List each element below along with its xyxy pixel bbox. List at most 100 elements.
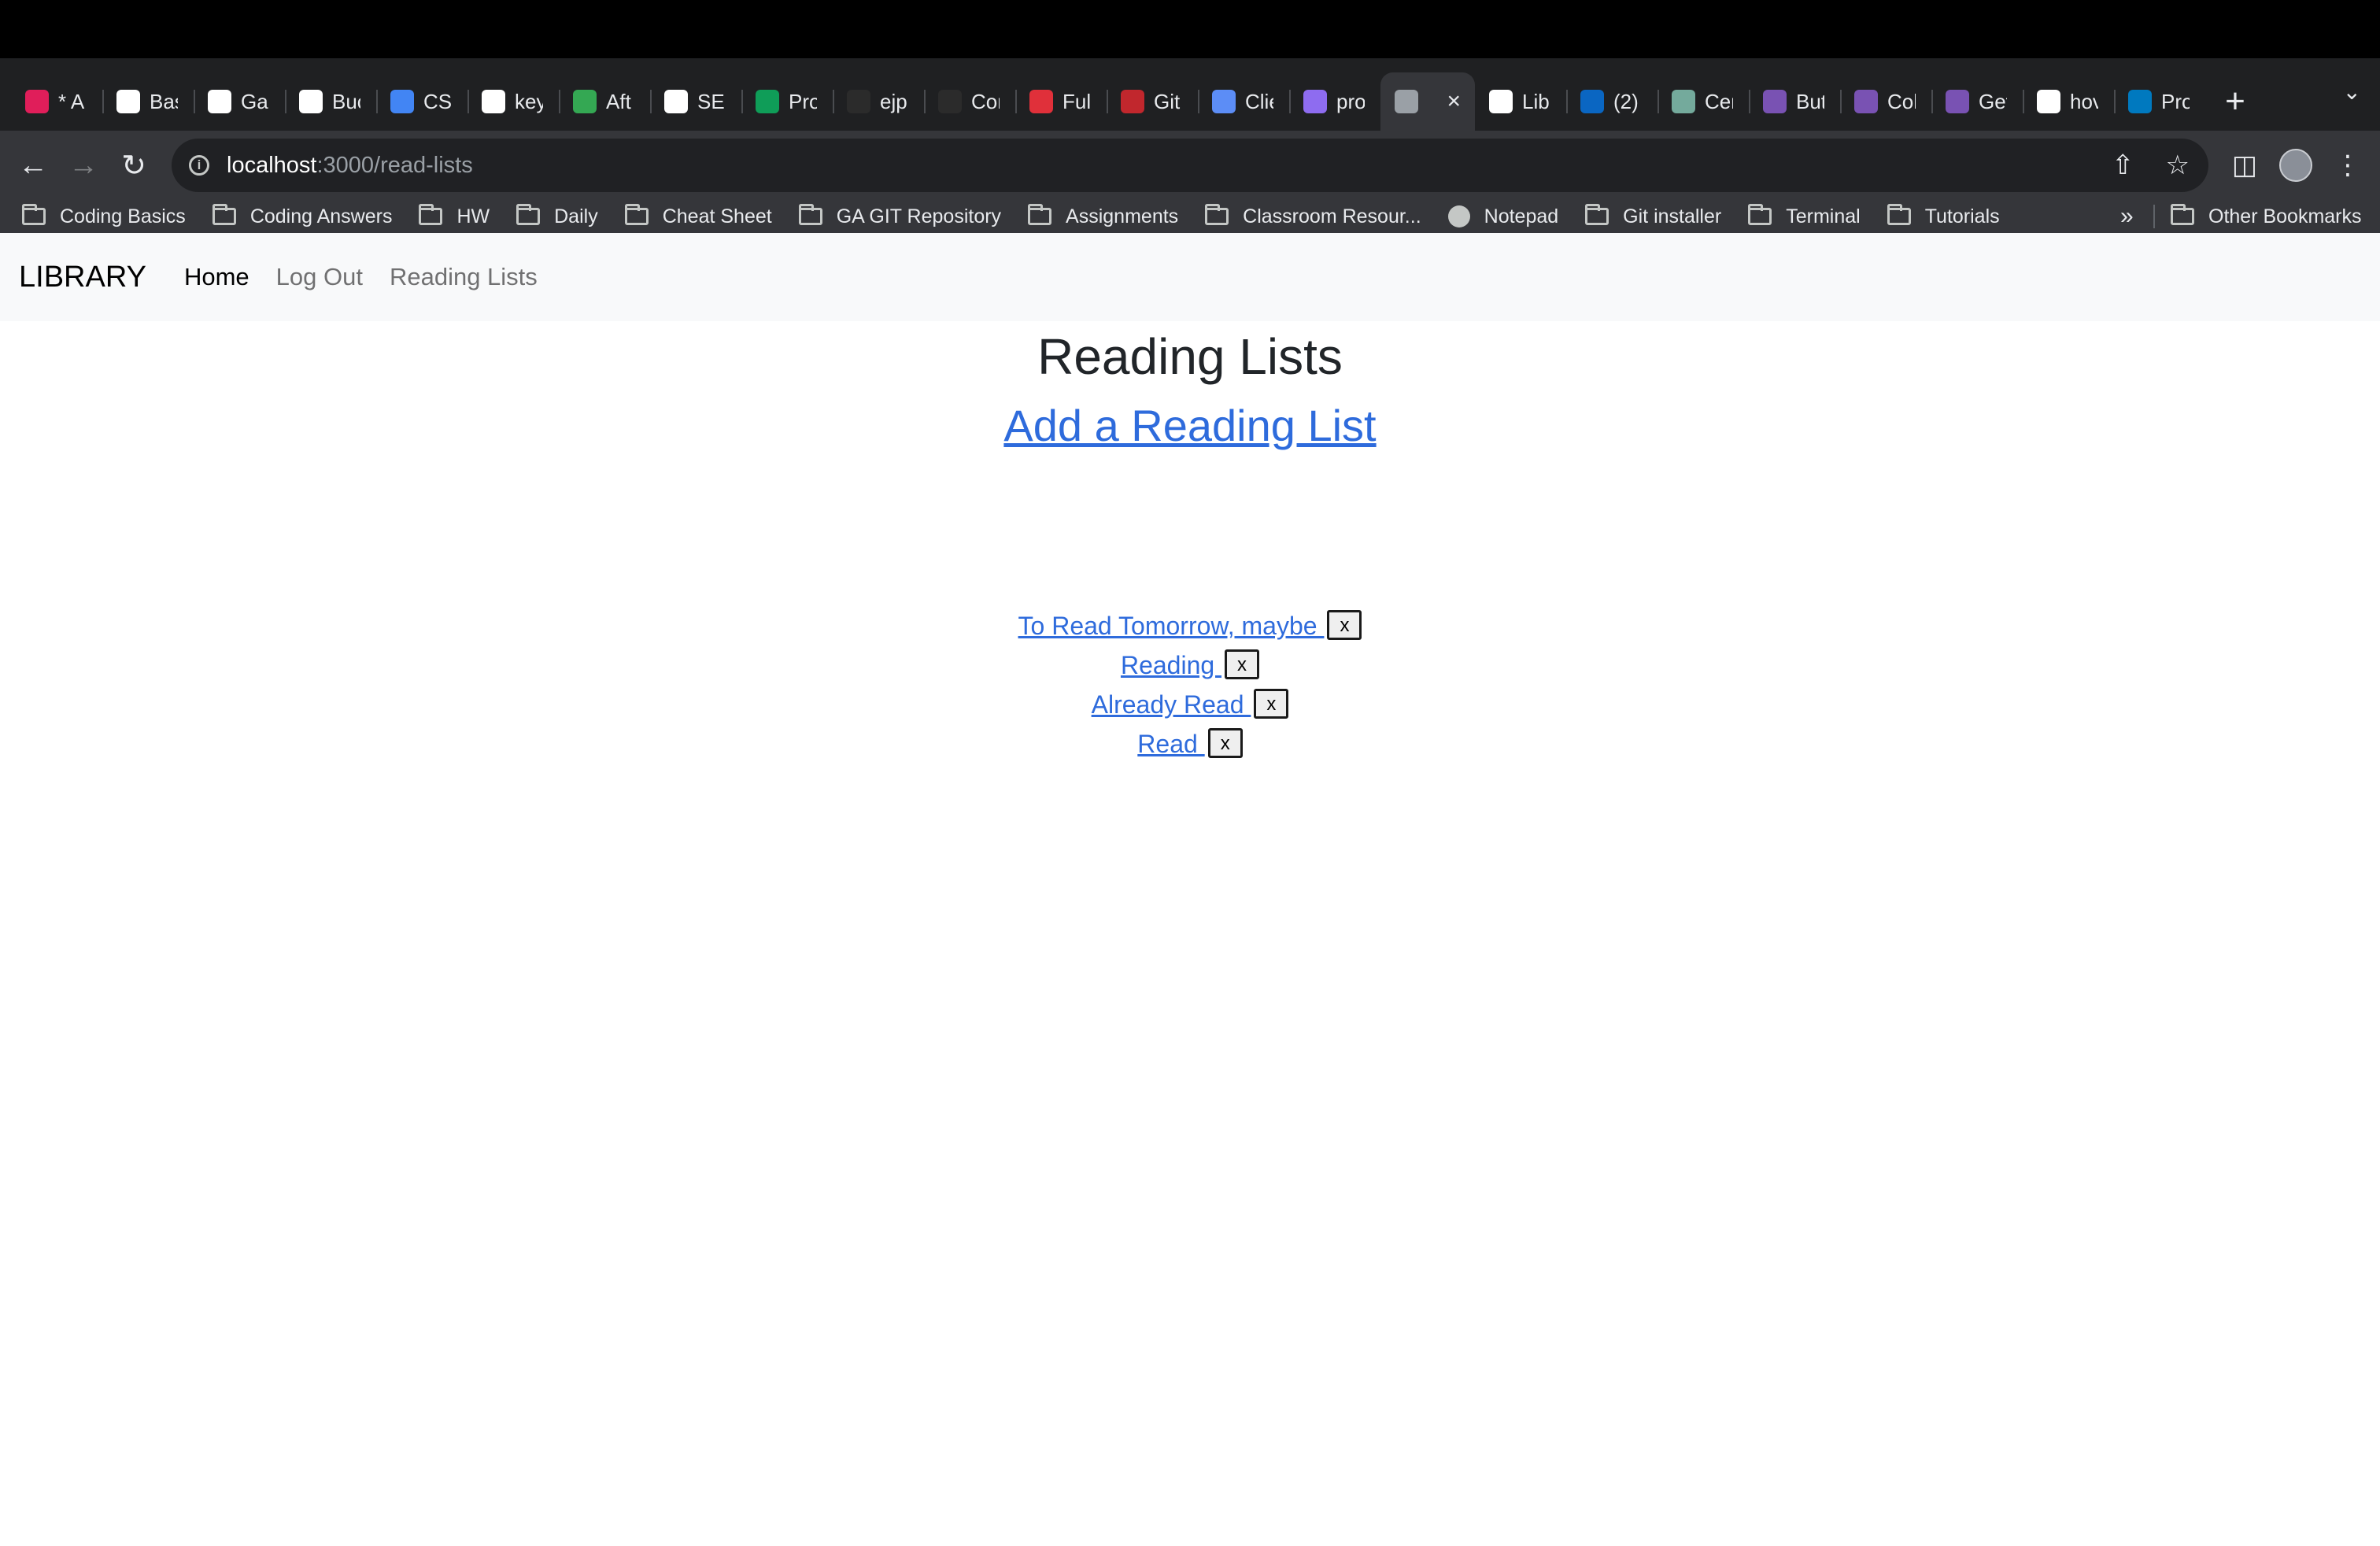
tab-4[interactable]: CS bbox=[376, 72, 468, 131]
bookmark-label: Notepad bbox=[1484, 205, 1559, 227]
bookmark-label: Tutorials bbox=[1924, 205, 2000, 227]
tab-10[interactable]: Cor bbox=[924, 72, 1015, 131]
folder-icon bbox=[22, 204, 46, 225]
tab-6[interactable]: Aft bbox=[559, 72, 650, 131]
bookmark-item[interactable]: HW bbox=[419, 204, 490, 228]
tab-title: ejp bbox=[880, 89, 907, 113]
bookmark-label: HW bbox=[456, 205, 490, 227]
tab-12[interactable]: Git bbox=[1107, 72, 1198, 131]
side-panel-icon[interactable]: ◫ bbox=[2232, 150, 2257, 181]
folder-icon bbox=[624, 204, 649, 225]
reading-lists: To Read Tomorrow, maybe x Reading x Alre… bbox=[0, 606, 2380, 764]
page-title: Reading Lists bbox=[1037, 328, 1343, 385]
reload-icon[interactable]: ↻ bbox=[109, 140, 159, 190]
delete-button[interactable]: x bbox=[1327, 609, 1362, 640]
reading-list-link[interactable]: Already Read bbox=[1092, 690, 1251, 719]
bookmark-item[interactable]: Terminal bbox=[1748, 204, 1861, 228]
tab-title: Clie bbox=[1245, 89, 1273, 113]
list-item: Read x bbox=[0, 724, 2380, 764]
tab-0[interactable]: * A bbox=[11, 72, 102, 131]
other-bookmarks[interactable]: Other Bookmarks bbox=[2171, 200, 2362, 233]
bookmark-item[interactable]: Daily bbox=[516, 204, 598, 228]
bookmark-item[interactable]: Classroom Resour... bbox=[1205, 204, 1421, 228]
url-path: :3000/read-lists bbox=[316, 152, 473, 178]
tab-13[interactable]: Clie bbox=[1198, 72, 1289, 131]
tab-title: * A bbox=[58, 89, 85, 113]
tab-search-chevron-icon[interactable]: ⌄ bbox=[2343, 79, 2361, 105]
plus-icon: + bbox=[2225, 82, 2245, 120]
tab-title: Full bbox=[1062, 89, 1091, 113]
tab-21[interactable]: Get bbox=[1931, 72, 2023, 131]
delete-button[interactable]: x bbox=[1254, 688, 1289, 719]
tab-3[interactable]: Buc bbox=[285, 72, 376, 131]
tab-7[interactable]: SEI bbox=[650, 72, 741, 131]
reading-list-link[interactable]: Read bbox=[1137, 730, 1204, 758]
bookmark-list: Coding Basics Coding Answers HW Daily Cheat … bbox=[22, 204, 2027, 228]
github-icon bbox=[664, 90, 688, 113]
list-item: Reading x bbox=[0, 645, 2380, 685]
docs-icon bbox=[390, 90, 414, 113]
bookmark-item[interactable]: Assignments bbox=[1028, 204, 1178, 228]
address-bar[interactable]: i localhost:3000/read-lists ⇧ ☆ bbox=[172, 139, 2208, 192]
folder-icon bbox=[1887, 204, 1911, 225]
menu-kebab-icon[interactable]: ⋮ bbox=[2334, 150, 2361, 181]
globe-icon bbox=[1489, 90, 1513, 113]
back-arrow-icon[interactable]: ← bbox=[8, 140, 58, 190]
folder-icon bbox=[1205, 204, 1229, 225]
toolbar-right: ◫ ⋮ bbox=[2232, 131, 2380, 200]
tab-2[interactable]: Gal bbox=[194, 72, 285, 131]
add-reading-list-link[interactable]: Add a Reading List bbox=[1003, 395, 1376, 457]
globe-icon bbox=[1395, 90, 1418, 113]
bookmark-item[interactable]: Git installer bbox=[1585, 204, 1722, 228]
new-tab-button[interactable]: + bbox=[2205, 72, 2265, 131]
bootstrap-icon bbox=[1946, 90, 1969, 113]
tab-19[interactable]: But bbox=[1749, 72, 1840, 131]
tab-20[interactable]: Col bbox=[1840, 72, 1931, 131]
tab-15[interactable]: × bbox=[1380, 72, 1475, 131]
tab-18[interactable]: Cer bbox=[1658, 72, 1749, 131]
delete-button[interactable]: x bbox=[1207, 727, 1243, 758]
tab-11[interactable]: Full bbox=[1015, 72, 1107, 131]
share-icon[interactable]: ⇧ bbox=[2112, 150, 2134, 181]
tab-1[interactable]: Bas bbox=[102, 72, 194, 131]
folder-icon bbox=[212, 204, 236, 225]
tab-22[interactable]: hov bbox=[2023, 72, 2114, 131]
reading-list-link[interactable]: To Read Tomorrow, maybe bbox=[1018, 612, 1325, 640]
shield-icon bbox=[1303, 90, 1327, 113]
tab-title: Gal bbox=[241, 89, 269, 113]
tab-23[interactable]: Pro bbox=[2114, 72, 2205, 131]
nav-log-out[interactable]: Log Out bbox=[276, 263, 363, 291]
tab-16[interactable]: Lib bbox=[1475, 72, 1566, 131]
bookmark-label: Classroom Resour... bbox=[1243, 205, 1421, 227]
tab-8[interactable]: Pro bbox=[741, 72, 833, 131]
bookmark-item[interactable]: Notepad bbox=[1447, 205, 1559, 228]
tab-5[interactable]: key bbox=[468, 72, 559, 131]
bookmark-item[interactable]: GA GIT Repository bbox=[798, 204, 1001, 228]
reading-list-link[interactable]: Reading bbox=[1121, 651, 1221, 679]
bootstrap-icon bbox=[1854, 90, 1878, 113]
tab-title: key bbox=[515, 89, 543, 113]
nav-reading-lists[interactable]: Reading Lists bbox=[390, 263, 538, 291]
tab-14[interactable]: pro bbox=[1289, 72, 1380, 131]
avatar[interactable] bbox=[2279, 149, 2312, 182]
folder-icon bbox=[1028, 204, 1052, 225]
brand-logo[interactable]: LIBRARY bbox=[19, 261, 146, 294]
github-dark-icon bbox=[938, 90, 962, 113]
close-tab-icon[interactable]: × bbox=[1447, 88, 1461, 115]
bookmark-item[interactable]: Tutorials bbox=[1887, 204, 2000, 228]
bookmark-item[interactable]: Cheat Sheet bbox=[624, 204, 772, 228]
bookmark-label: Git installer bbox=[1623, 205, 1722, 227]
forward-arrow-icon[interactable]: → bbox=[58, 140, 109, 190]
tab-9[interactable]: ejp bbox=[833, 72, 924, 131]
star-icon[interactable]: ☆ bbox=[2166, 150, 2190, 181]
openai-icon bbox=[1672, 90, 1695, 113]
bookmarks-overflow-icon[interactable]: » bbox=[2120, 203, 2134, 230]
folder-icon bbox=[1748, 204, 1772, 225]
tab-17[interactable]: (2) bbox=[1566, 72, 1658, 131]
delete-button[interactable]: x bbox=[1225, 649, 1260, 679]
nav-home[interactable]: Home bbox=[184, 263, 249, 291]
tab-title: pro bbox=[1336, 89, 1365, 113]
info-icon[interactable]: i bbox=[189, 155, 209, 176]
bookmark-item[interactable]: Coding Basics bbox=[22, 204, 186, 228]
bookmark-item[interactable]: Coding Answers bbox=[212, 204, 392, 228]
